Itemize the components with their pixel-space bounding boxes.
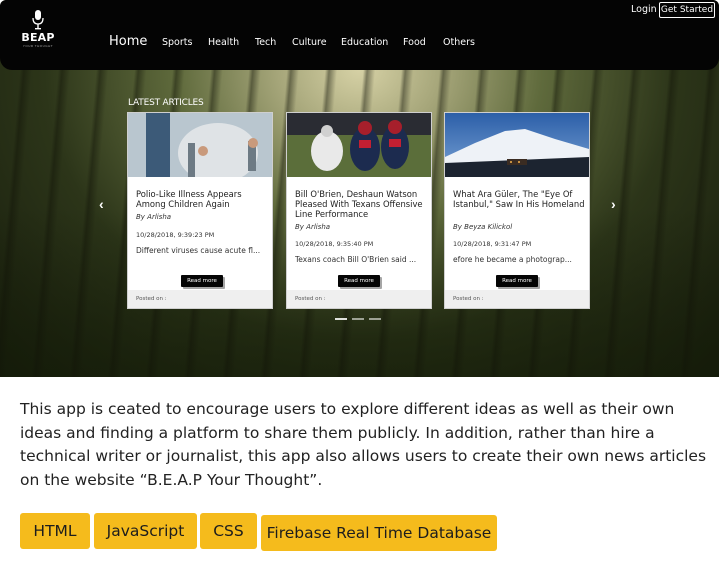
tag-css: CSS bbox=[200, 513, 257, 549]
article-author: By Arlisha bbox=[136, 213, 172, 221]
article-date: 10/28/2018, 9:35:40 PM bbox=[295, 240, 374, 248]
read-more-button[interactable]: Read more bbox=[496, 275, 538, 287]
get-started-button[interactable]: Get Started bbox=[659, 2, 715, 18]
carousel-indicator[interactable] bbox=[369, 318, 381, 320]
carousel-indicator[interactable] bbox=[352, 318, 364, 320]
article-author: By Beyza Kilickol bbox=[453, 223, 513, 231]
carousel-prev-icon[interactable]: ‹ bbox=[99, 196, 104, 212]
logo[interactable]: BEAP YOUR THOUGHT bbox=[21, 10, 55, 56]
nav-health[interactable]: Health bbox=[208, 37, 239, 48]
article-posted-on: Posted on : bbox=[128, 290, 272, 308]
article-image bbox=[287, 113, 431, 177]
article-author: By Arlisha bbox=[295, 223, 331, 231]
article-title[interactable]: What Ara Güler, The "Eye Of Istanbul," S… bbox=[453, 189, 585, 209]
latest-articles-heading: LATEST ARTICLES bbox=[128, 98, 204, 108]
project-screenshot: BEAP YOUR THOUGHT Home Sports Health Tec… bbox=[0, 0, 719, 377]
article-image bbox=[128, 113, 272, 177]
login-link[interactable]: Login bbox=[631, 4, 657, 15]
project-description: This app is ceated to encourage users to… bbox=[20, 400, 707, 489]
nav-tech[interactable]: Tech bbox=[255, 37, 276, 48]
navbar: BEAP YOUR THOUGHT Home Sports Health Tec… bbox=[0, 0, 719, 70]
nav-culture[interactable]: Culture bbox=[292, 37, 327, 48]
article-date: 10/28/2018, 9:31:47 PM bbox=[453, 240, 532, 248]
carousel-indicators bbox=[335, 318, 381, 320]
article-posted-on: Posted on : bbox=[287, 290, 431, 308]
tag-javascript: JavaScript bbox=[94, 513, 197, 549]
tag-html: HTML bbox=[20, 513, 90, 549]
nav-education[interactable]: Education bbox=[341, 37, 388, 48]
carousel-next-icon[interactable]: › bbox=[611, 196, 616, 212]
tag-firebase: Firebase Real Time Database bbox=[261, 515, 497, 551]
article-posted-on: Posted on : bbox=[445, 290, 589, 308]
article-snippet: efore he became a photograp... bbox=[453, 255, 572, 264]
article-card[interactable]: What Ara Güler, The "Eye Of Istanbul," S… bbox=[444, 112, 590, 309]
article-card[interactable]: Polio-Like Illness Appears Among Childre… bbox=[127, 112, 273, 309]
nav-sports[interactable]: Sports bbox=[162, 37, 192, 48]
article-title[interactable]: Bill O'Brien, Deshaun Watson Pleased Wit… bbox=[295, 189, 427, 219]
nav-others[interactable]: Others bbox=[443, 37, 475, 48]
article-card[interactable]: Bill O'Brien, Deshaun Watson Pleased Wit… bbox=[286, 112, 432, 309]
logo-subtext: YOUR THOUGHT bbox=[22, 44, 54, 48]
article-snippet: Different viruses cause acute fl... bbox=[136, 246, 261, 255]
carousel-indicator[interactable] bbox=[335, 318, 347, 320]
microphone-icon bbox=[32, 10, 44, 30]
read-more-button[interactable]: Read more bbox=[181, 275, 223, 287]
article-title[interactable]: Polio-Like Illness Appears Among Childre… bbox=[136, 189, 268, 209]
nav-food[interactable]: Food bbox=[403, 37, 426, 48]
article-snippet: Texans coach Bill O'Brien said ... bbox=[295, 255, 417, 264]
article-image bbox=[445, 113, 589, 177]
read-more-button[interactable]: Read more bbox=[338, 275, 380, 287]
nav-home[interactable]: Home bbox=[109, 34, 147, 49]
article-date: 10/28/2018, 9:39:23 PM bbox=[136, 231, 215, 239]
logo-text: BEAP bbox=[21, 31, 55, 44]
